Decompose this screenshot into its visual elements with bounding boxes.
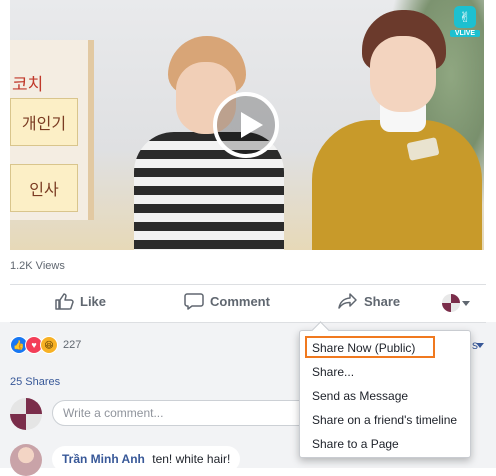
thumbs-up-icon (55, 293, 74, 310)
vlive-hand-icon: ✌ (454, 6, 476, 28)
share-to-page-item[interactable]: Share to a Page (312, 437, 399, 451)
like-button[interactable]: Like (54, 292, 106, 310)
share-button[interactable]: Share (338, 292, 400, 310)
video-person-right (312, 10, 482, 250)
comment-button[interactable]: Comment (184, 292, 270, 310)
reaction-count: 227 (63, 339, 82, 351)
view-count: 1.2K Views (10, 260, 65, 272)
post-as-avatar[interactable] (442, 294, 460, 312)
play-button[interactable] (213, 92, 279, 158)
reaction-summary[interactable]: 👍 ♥ 😆 227 (10, 336, 81, 354)
avatar[interactable] (10, 444, 42, 476)
send-as-message-item[interactable]: Send as Message (312, 389, 408, 403)
board-sign-top: 코치 (12, 75, 44, 94)
share-now-public-item[interactable]: Share Now (Public) (312, 341, 415, 355)
caret-down-icon[interactable] (476, 343, 484, 348)
comment-label: Comment (210, 293, 270, 309)
video-player[interactable]: 코치 개인기 인사 ✌ VLIVE (10, 0, 484, 250)
divider (10, 322, 486, 323)
share-menu: Share Now (Public) Share... Send as Mess… (299, 330, 471, 458)
comment-text: ten! white hair! (152, 452, 231, 466)
avatar (10, 398, 42, 430)
like-label: Like (80, 293, 107, 309)
share-arrow-icon (338, 293, 357, 309)
share-label: Share (364, 293, 401, 309)
comment-bubble: Trần Minh Anh ten! white hair! (52, 446, 241, 472)
divider (10, 284, 486, 285)
vlive-logo-text: VLIVE (450, 30, 480, 37)
share-dialog-item[interactable]: Share... (312, 365, 354, 379)
haha-reaction-icon: 😆 (40, 336, 58, 354)
board-sign-middle: 개인기 (10, 98, 78, 146)
share-on-friends-timeline-item[interactable]: Share on a friend's timeline (312, 413, 457, 427)
board-sign-bottom: 인사 (10, 164, 78, 212)
action-bar: Like Comment Share (10, 288, 486, 318)
speech-bubble-icon (184, 293, 204, 310)
vlive-logo: ✌ VLIVE (450, 6, 480, 42)
caret-down-icon[interactable] (462, 301, 470, 306)
background-board: 코치 개인기 인사 (10, 40, 94, 220)
comment-author[interactable]: Trần Minh Anh (62, 452, 145, 466)
shares-count[interactable]: 25 Shares (10, 376, 60, 388)
